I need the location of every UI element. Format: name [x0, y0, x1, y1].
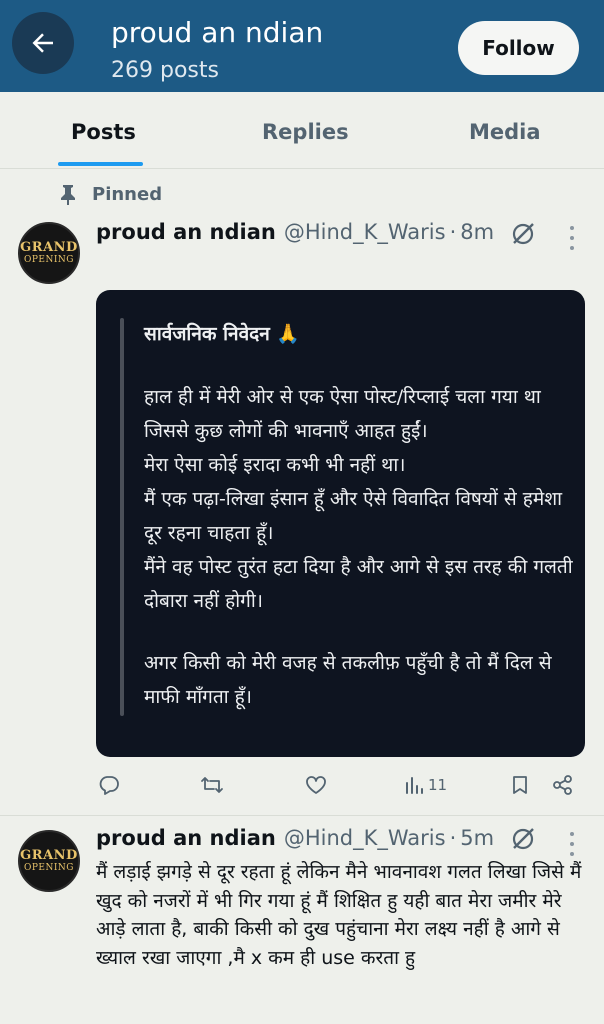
- post-header: proud an ndian @Hind_K_Waris · 8m: [96, 220, 494, 244]
- pinned-label: Pinned: [92, 183, 163, 205]
- back-arrow-icon: [32, 33, 53, 53]
- bookmark-button[interactable]: [510, 770, 530, 800]
- card-paragraph: मैंने वह पोस्ट तुरंत हटा दिया है और आगे …: [144, 556, 573, 612]
- post-divider: [0, 815, 604, 816]
- post-time[interactable]: 5m: [460, 826, 494, 850]
- views-count: 11: [428, 776, 448, 794]
- card-paragraph: हाल ही में मेरी ओर से एक ऐसा पोस्ट/रिप्ल…: [144, 386, 541, 442]
- avatar-text-line1: GRAND: [20, 239, 78, 255]
- tab-replies[interactable]: Replies: [262, 120, 349, 144]
- grok-icon[interactable]: [510, 221, 536, 247]
- active-tab-indicator: [58, 162, 143, 166]
- more-icon[interactable]: [566, 226, 578, 250]
- post-header: proud an ndian @Hind_K_Waris · 5m: [96, 826, 494, 850]
- like-button[interactable]: [304, 770, 328, 800]
- more-icon[interactable]: [566, 832, 578, 856]
- post-time[interactable]: 8m: [460, 220, 494, 244]
- grok-icon[interactable]: [510, 826, 536, 852]
- image-card[interactable]: सार्वजनिक निवेदन 🙏 हाल ही में मेरी ओर से…: [96, 290, 585, 757]
- avatar-text-line2: OPENING: [24, 254, 74, 265]
- reply-icon: [99, 776, 119, 795]
- views-button[interactable]: 11: [404, 770, 447, 800]
- author-handle[interactable]: @Hind_K_Waris: [284, 220, 446, 244]
- card-paragraph: मैं एक पढ़ा-लिखा इंसान हूँ और ऐसे विवादि…: [144, 488, 563, 544]
- post-count: 269 posts: [111, 58, 219, 83]
- back-button[interactable]: [12, 12, 74, 74]
- avatar[interactable]: GRAND OPENING: [18, 830, 80, 892]
- profile-title: proud an ndian: [111, 16, 324, 49]
- bookmark-icon: [513, 776, 527, 794]
- post-text: मैं लड़ाई झगड़े से दूर रहता हूं लेकिन मै…: [96, 861, 582, 969]
- repost-icon: [201, 777, 223, 793]
- share-icon: [553, 775, 572, 795]
- tabs-divider: [0, 168, 604, 169]
- views-icon: [406, 777, 423, 794]
- avatar-text-line2: OPENING: [24, 862, 74, 873]
- author-name[interactable]: proud an ndian: [96, 826, 276, 850]
- separator-dot: ·: [449, 826, 457, 850]
- tab-media[interactable]: Media: [469, 120, 541, 144]
- follow-button[interactable]: Follow: [458, 21, 579, 75]
- tab-posts[interactable]: Posts: [71, 120, 136, 144]
- card-title: सार्वजनिक निवेदन 🙏: [144, 323, 301, 345]
- reply-button[interactable]: [98, 770, 120, 800]
- post-actions: 11: [96, 770, 586, 800]
- avatar-text-line1: GRAND: [20, 847, 78, 863]
- repost-button[interactable]: [200, 770, 224, 800]
- like-icon: [306, 776, 326, 794]
- share-button[interactable]: [552, 770, 574, 800]
- card-paragraph: मेरा ऐसा कोई इरादा कभी भी नहीं था।: [144, 454, 406, 476]
- pin-icon: [61, 185, 75, 205]
- author-handle[interactable]: @Hind_K_Waris: [284, 826, 446, 850]
- pinned-indicator: Pinned: [58, 183, 162, 205]
- profile-header: proud an ndian 269 posts Follow: [0, 0, 604, 92]
- author-name[interactable]: proud an ndian: [96, 220, 276, 244]
- separator-dot: ·: [449, 220, 457, 244]
- avatar[interactable]: GRAND OPENING: [18, 222, 80, 284]
- quote-bar: [120, 318, 124, 716]
- card-paragraph: अगर किसी को मेरी वजह से तकलीफ़ पहुँची है…: [144, 652, 552, 708]
